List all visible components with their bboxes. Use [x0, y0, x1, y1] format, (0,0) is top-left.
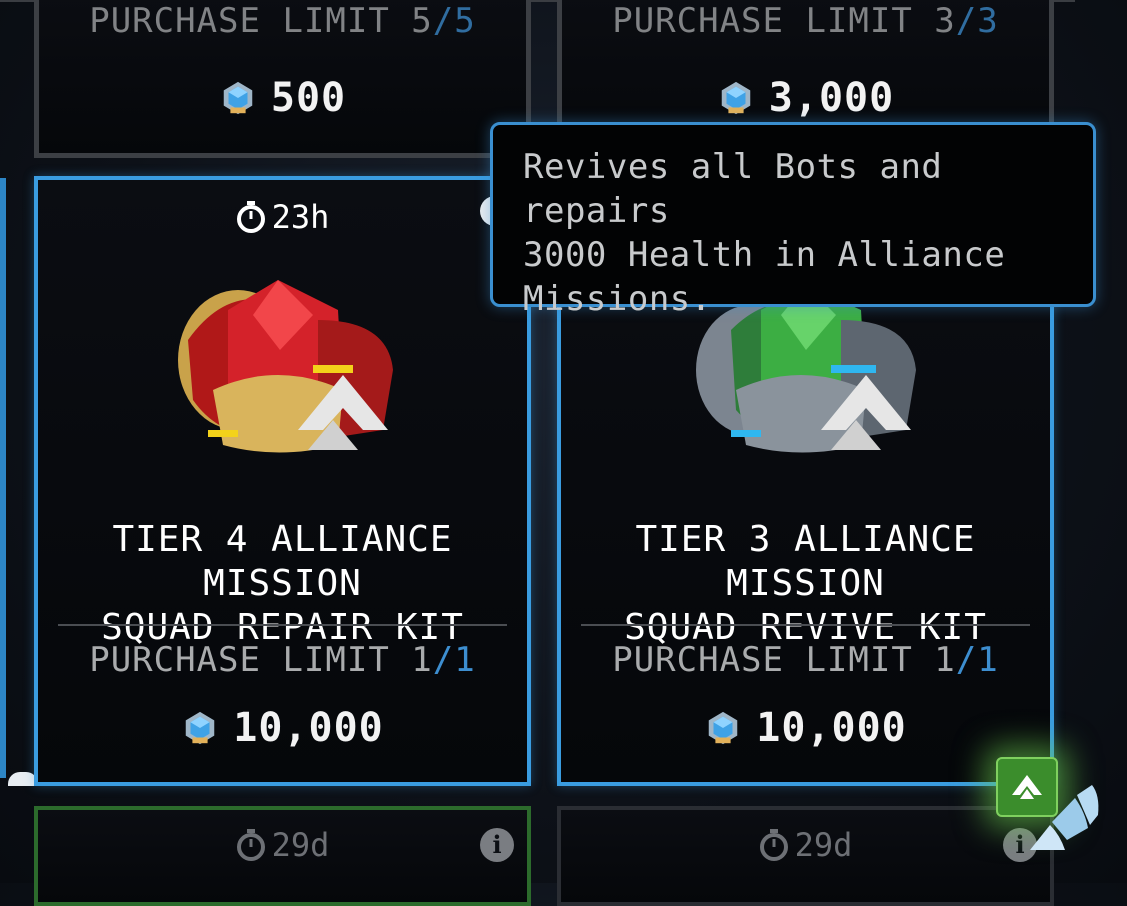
crystal-gem-icon — [223, 81, 253, 115]
countdown-timer: 29d — [561, 826, 1050, 864]
price: 3,000 — [562, 75, 1049, 121]
crystal-gem-icon — [186, 711, 215, 745]
stopwatch-icon — [759, 829, 788, 861]
shop-item-card-repair-kit[interactable]: 23h TIER 4 ALLIANCE MISSION SQUAD REPAIR… — [34, 176, 531, 786]
stopwatch-icon — [236, 201, 265, 233]
shop-item-card-top-left[interactable]: PURCHASE LIMIT 5/5 500 — [34, 0, 531, 158]
crystal-gem-icon — [721, 81, 751, 115]
purchase-limit: PURCHASE LIMIT 5/5 — [89, 1, 476, 41]
divider — [58, 624, 507, 626]
menu-fan-icon[interactable] — [1020, 780, 1100, 860]
tooltip-line: 3000 Health in Alliance — [523, 235, 1006, 275]
shop-item-card-bottom-right[interactable]: 29d i — [557, 806, 1054, 906]
price: 500 — [39, 75, 526, 121]
shop-item-card-bottom-left[interactable]: 29d i — [34, 806, 531, 906]
countdown-timer: 23h — [38, 198, 527, 236]
price: 10,000 — [561, 705, 1050, 751]
item-description-tooltip: Revives all Bots and repairs 3000 Health… — [490, 122, 1096, 319]
divider — [581, 624, 1030, 626]
purchase-limit: PURCHASE LIMIT 1/1 — [612, 640, 999, 680]
countdown-timer: 29d — [38, 826, 527, 864]
tooltip-line: Revives all Bots and repairs — [523, 147, 943, 231]
tooltip-line: Missions. — [523, 279, 712, 319]
crystal-gem-icon — [709, 711, 738, 745]
purchase-limit: PURCHASE LIMIT 1/1 — [89, 640, 476, 680]
item-title: TIER 3 ALLIANCE MISSION SQUAD REVIVE KIT — [624, 519, 987, 648]
info-icon[interactable]: i — [480, 828, 514, 862]
item-title: TIER 4 ALLIANCE MISSION SQUAD REPAIR KIT — [101, 519, 464, 648]
price: 10,000 — [38, 705, 527, 751]
left-card-edge — [0, 178, 6, 778]
purchase-limit: PURCHASE LIMIT 3/3 — [612, 1, 999, 41]
red-gold-repair-kit-icon — [178, 280, 393, 453]
stopwatch-icon — [236, 829, 265, 861]
